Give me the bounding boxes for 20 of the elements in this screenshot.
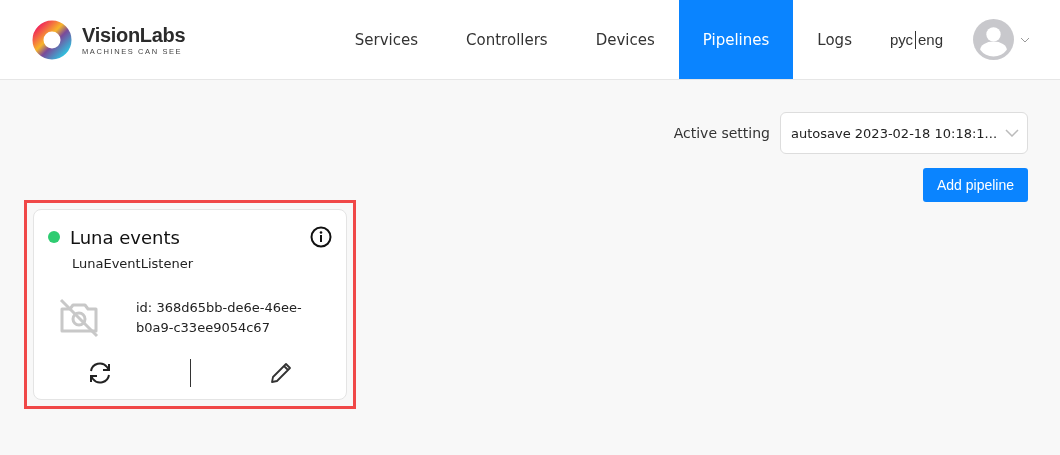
nav-tab[interactable]: Pipelines	[678, 0, 794, 79]
active-setting-label: Active setting	[673, 125, 770, 141]
nav-tab[interactable]: Controllers	[442, 0, 572, 79]
language-option[interactable]: eng	[917, 31, 943, 48]
pipeline-id: id: 368d65bb-de6e-46ee-b0a9-c33ee9054c67	[136, 299, 303, 337]
info-icon[interactable]	[310, 226, 332, 248]
language-option[interactable]: рус	[889, 31, 913, 48]
logo-name: VisionLabs	[82, 23, 186, 47]
add-pipeline-button[interactable]: Add pipeline	[922, 168, 1028, 202]
pipeline-type: LunaEventListener	[72, 256, 194, 271]
caret-icon[interactable]	[1020, 36, 1030, 43]
pipeline-title: Luna events	[70, 226, 181, 248]
pencil-icon[interactable]	[269, 361, 294, 385]
active-setting-select[interactable]: autosave 2023-02-18 10:18:1...	[780, 112, 1028, 154]
logo-icon	[32, 19, 72, 60]
caret-icon	[1005, 129, 1019, 137]
nav-tab[interactable]: Logs	[793, 0, 876, 79]
nav-tab[interactable]: Services	[330, 0, 443, 79]
nav-tab[interactable]: Devices	[571, 0, 679, 79]
camera-off-icon	[58, 297, 100, 339]
